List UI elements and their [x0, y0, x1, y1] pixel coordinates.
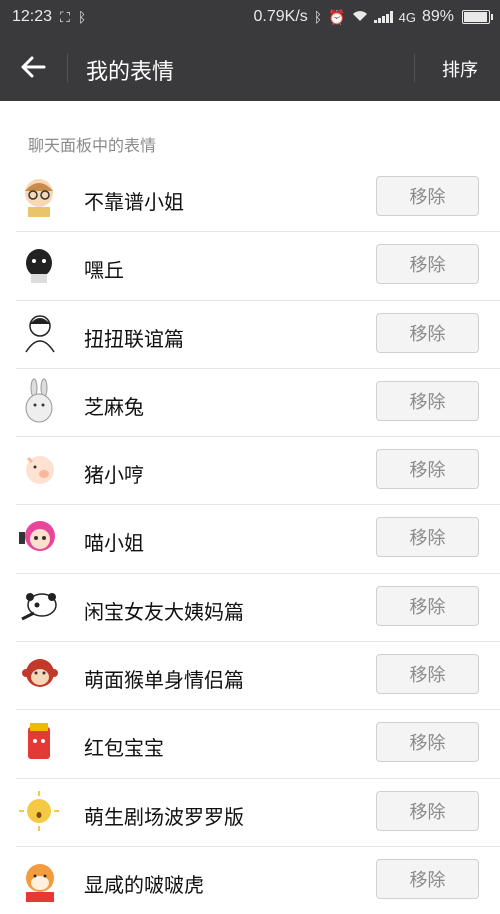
status-time: 12:23 — [12, 8, 53, 25]
network-speed: 0.79K/s — [253, 8, 308, 25]
black-ghost-icon — [16, 241, 62, 287]
remove-button[interactable]: 移除 — [376, 176, 479, 216]
monkey-icon — [16, 651, 62, 697]
grey-rabbit-icon — [16, 378, 62, 424]
section-label: 聊天面板中的表情 — [28, 136, 157, 155]
sticker-row[interactable]: 显咸的啵啵虎 移除 — [16, 847, 500, 914]
bluetooth-small-icon: ᛒ — [77, 9, 87, 25]
sticker-name: 猪小哼 — [84, 463, 144, 488]
sticker-name: 嘿丘 — [84, 258, 124, 283]
sticker-name: 显咸的啵啵虎 — [84, 872, 204, 897]
tiger-icon — [16, 856, 62, 902]
red-envelope-icon — [16, 719, 62, 765]
pink-hair-girl-icon — [16, 514, 62, 560]
header-divider — [67, 54, 68, 82]
sticker-name: 红包宝宝 — [84, 736, 164, 761]
battery-icon — [462, 10, 493, 24]
sticker-row[interactable]: 红包宝宝 移除 — [16, 710, 500, 779]
screenshot-icon: ⛶ — [60, 8, 70, 25]
alarm-icon: ⏰ — [328, 8, 346, 25]
sticker-row[interactable]: 猪小哼 移除 — [16, 437, 500, 506]
sticker-name: 芝麻兔 — [84, 394, 144, 419]
sticker-row[interactable]: 萌生剧场波罗罗版 移除 — [16, 779, 500, 847]
sticker-row[interactable]: 喵小姐 移除 — [16, 505, 500, 574]
page-title: 我的表情 — [86, 60, 175, 85]
glasses-girl-icon — [16, 173, 62, 219]
wifi-icon — [352, 9, 368, 25]
sticker-name: 扭扭联谊篇 — [84, 326, 184, 351]
sticker-name: 闲宝女友大姨妈篇 — [84, 599, 244, 624]
sticker-row[interactable]: 芝麻兔 移除 — [16, 369, 500, 438]
sticker-list: 不靠谱小姐 移除 嘿丘 移除 扭扭联谊篇 移除 芝麻兔 移除 猪小哼 移除 喵小姐 移除 闲宝女友大姨妈… — [0, 164, 500, 914]
bluetooth-icon: ᛒ — [313, 9, 323, 25]
remove-button[interactable]: 移除 — [376, 722, 479, 763]
back-button[interactable] — [18, 52, 48, 82]
battery-percent: 89% — [421, 8, 454, 25]
sort-button[interactable]: 排序 — [442, 56, 478, 82]
pig-icon — [16, 446, 62, 492]
sticker-row[interactable]: 扭扭联谊篇 移除 — [16, 301, 500, 369]
sticker-name: 喵小姐 — [84, 531, 144, 556]
sun-face-icon — [16, 788, 62, 834]
remove-button[interactable]: 移除 — [376, 790, 479, 831]
sticker-name: 萌生剧场波罗罗版 — [84, 804, 244, 829]
back-arrow-icon — [21, 56, 46, 78]
remove-button[interactable]: 移除 — [376, 244, 479, 285]
sticker-name: 不靠谱小姐 — [84, 190, 184, 214]
panda-icon — [16, 583, 62, 629]
status-bar: 12:23 ⛶ ᛒ 0.79K/s ᛒ ⏰ 4G 89% — [0, 0, 500, 34]
sketch-girl-icon — [16, 310, 62, 356]
remove-button[interactable]: 移除 — [376, 449, 479, 490]
signal-icon — [373, 11, 393, 23]
app-bar: 我的表情 排序 — [0, 34, 500, 101]
remove-button[interactable]: 移除 — [376, 312, 479, 353]
sticker-row[interactable]: 嘿丘 移除 — [16, 232, 500, 301]
network-type: 4G — [398, 9, 416, 25]
sticker-row[interactable]: 不靠谱小姐 移除 — [16, 164, 500, 233]
sticker-name: 萌面猴单身情侣篇 — [84, 668, 244, 693]
remove-button[interactable]: 移除 — [376, 380, 479, 421]
remove-button[interactable]: 移除 — [376, 517, 479, 558]
remove-button[interactable]: 移除 — [376, 585, 479, 626]
sticker-row[interactable]: 闲宝女友大姨妈篇 移除 — [16, 574, 500, 643]
remove-button[interactable]: 移除 — [376, 654, 479, 695]
remove-button[interactable]: 移除 — [376, 858, 479, 899]
header-divider-right — [414, 54, 415, 82]
sticker-row[interactable]: 萌面猴单身情侣篇 移除 — [16, 642, 500, 711]
